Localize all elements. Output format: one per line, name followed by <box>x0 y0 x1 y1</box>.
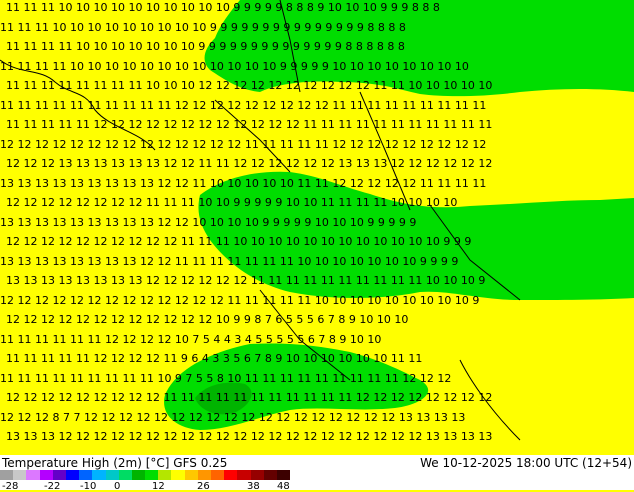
scale-color <box>52 470 66 480</box>
scale-color <box>13 470 27 480</box>
grid-row: 13 13 13 12 12 12 12 12 12 12 12 12 12 1… <box>6 430 493 443</box>
map-title: Temperature High (2m) [°C] GFS 0.25 <box>2 456 228 470</box>
scale-color <box>0 470 14 480</box>
grid-row: 12 12 12 12 12 12 12 12 12 12 12 12 12 1… <box>0 137 487 151</box>
grid-row: 12 12 12 12 12 12 12 12 12 12 12 12 12 1… <box>0 293 480 307</box>
scale-color <box>237 470 251 480</box>
grid-row: 12 12 12 12 12 12 12 12 12 11 11 11 11 1… <box>6 391 493 404</box>
scale-color <box>158 470 172 480</box>
temperature-map: 11 11 11 10 10 10 10 10 10 10 10 10 10 9… <box>0 0 634 455</box>
grid-row: 11 11 11 10 10 10 10 10 10 10 10 10 9 9 … <box>0 20 406 34</box>
grid-row: 11 11 11 11 10 10 10 10 10 10 10 9 9 9 9… <box>6 40 405 53</box>
grid-row: 11 11 11 11 11 12 12 12 12 12 12 12 12 1… <box>6 118 493 131</box>
scale-color <box>171 470 185 480</box>
scale-color <box>92 470 106 480</box>
grid-row: 11 11 11 11 11 11 11 11 10 10 10 12 12 1… <box>6 79 493 92</box>
scale-color <box>224 470 238 480</box>
scale-color <box>39 470 53 480</box>
scale-tick-label: -22 <box>44 481 61 492</box>
scale-tick-label: 38 <box>247 481 260 492</box>
scale-color <box>197 470 211 480</box>
grid-row: 11 11 11 11 11 11 11 11 11 10 9 7 5 5 8 … <box>0 371 452 385</box>
scale-color <box>250 470 264 480</box>
scale-tick-label: 12 <box>152 481 165 492</box>
scale-color <box>26 470 40 480</box>
scale-color <box>184 470 198 480</box>
scale-tick-label: 26 <box>197 481 210 492</box>
grid-row: 11 11 11 11 11 12 12 12 12 11 9 6 4 3 3 … <box>6 352 423 365</box>
grid-row: 13 13 13 13 13 13 13 13 13 12 12 11 10 1… <box>0 176 487 190</box>
grid-row: 12 12 12 12 12 12 12 12 11 11 11 10 10 9… <box>6 196 458 209</box>
scale-tick-label: -10 <box>80 481 97 492</box>
grid-row: 13 13 13 13 13 13 13 13 13 12 12 10 10 1… <box>0 215 417 229</box>
grid-row: 11 11 11 11 11 11 11 11 11 11 12 12 12 1… <box>0 98 487 112</box>
valid-time: We 10-12-2025 18:00 UTC (12+54) <box>420 456 632 470</box>
grid-row: 13 13 13 13 13 13 13 13 12 12 12 12 12 1… <box>6 274 486 287</box>
scale-color <box>263 470 277 480</box>
scale-color <box>65 470 80 480</box>
scale-color <box>211 470 225 480</box>
scale-color <box>105 470 119 480</box>
scale-color <box>118 470 132 480</box>
scale-color <box>276 470 291 480</box>
grid-row: 12 12 12 13 13 13 13 13 13 12 12 11 11 1… <box>6 157 493 170</box>
scale-color <box>131 470 146 480</box>
map-footer: Temperature High (2m) [°C] GFS 0.25 We 1… <box>0 455 634 492</box>
grid-row: 12 12 12 8 7 7 12 12 12 12 12 12 12 12 1… <box>0 410 466 424</box>
grid-row: 13 13 13 13 13 13 13 13 12 12 11 11 11 1… <box>0 254 459 268</box>
grid-row: 12 12 12 12 12 12 12 12 12 12 12 12 10 9… <box>6 313 409 326</box>
scale-color <box>145 470 159 480</box>
grid-row: 11 11 11 10 10 10 10 10 10 10 10 10 10 9… <box>6 1 440 14</box>
scale-tick-label: 0 <box>114 481 121 492</box>
scale-tick-label: -28 <box>2 481 19 492</box>
scale-tick-label: 48 <box>277 481 290 492</box>
color-scale-bar <box>0 470 291 480</box>
grid-row: 11 11 11 11 11 11 12 12 12 12 10 7 5 4 4… <box>0 332 382 346</box>
grid-row: 11 11 11 11 10 10 10 10 10 10 10 10 10 1… <box>0 59 469 73</box>
scale-color <box>79 470 93 480</box>
grid-row: 12 12 12 12 12 12 12 12 12 12 11 11 11 1… <box>6 235 472 248</box>
